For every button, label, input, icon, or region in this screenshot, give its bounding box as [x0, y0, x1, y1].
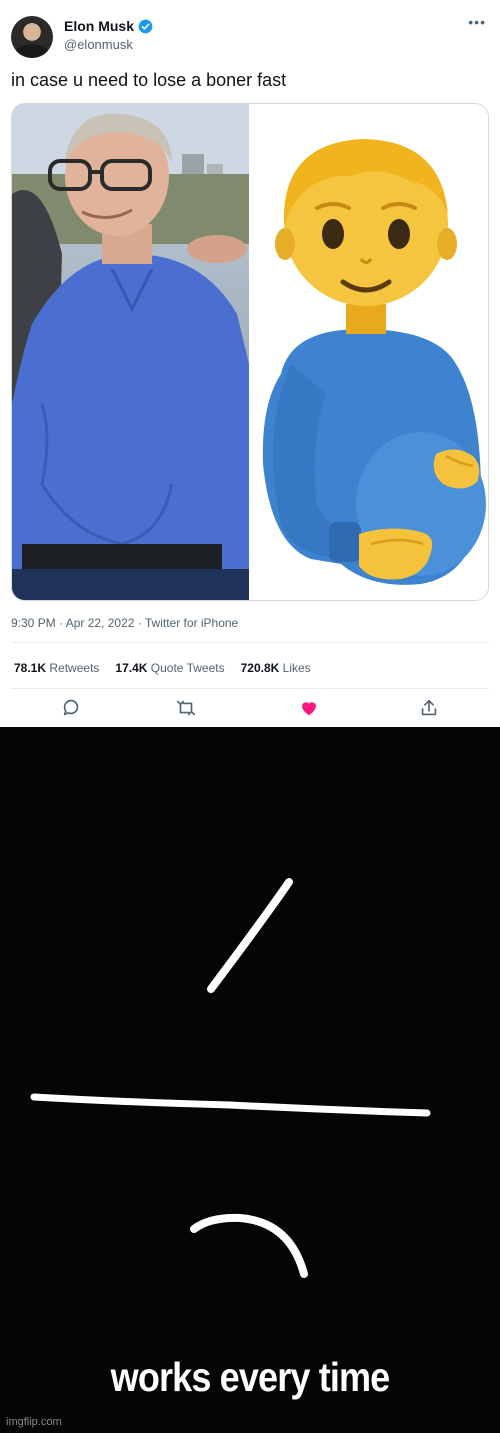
divider	[11, 642, 489, 643]
retweets-count: 78.1K	[14, 661, 47, 675]
tweet-timestamp[interactable]: 9:30 PM · Apr 22, 2022 · Twitter for iPh…	[11, 616, 238, 630]
likes-stat[interactable]: 720.8K Likes	[241, 661, 311, 675]
watermark: imgflip.com	[6, 1416, 62, 1428]
more-icon[interactable]: •••	[468, 14, 486, 30]
flaccid-drawing	[30, 878, 431, 1278]
photo-man-blue-shirt[interactable]	[12, 104, 249, 600]
erect-stroke	[207, 878, 293, 993]
author-handle[interactable]: @elonmusk	[64, 37, 133, 52]
tweet-card: Elon Musk @elonmusk ••• in case u need t…	[0, 0, 500, 727]
tweet-text: in case u need to lose a boner fast	[11, 70, 287, 90]
likes-count: 720.8K	[240, 661, 280, 675]
pregnant-man-emoji-illustration	[262, 139, 486, 585]
tweet-media[interactable]	[11, 103, 489, 601]
meme-panel: works every time imgflip.com	[0, 727, 500, 1433]
tweet-stats: 78.1K Retweets 17.4K Quote Tweets 720.8K…	[14, 661, 311, 675]
reply-icon[interactable]	[60, 697, 82, 719]
quote-tweets-count: 17.4K	[115, 661, 148, 675]
avatar-shoulders	[15, 44, 49, 58]
share-icon[interactable]	[418, 697, 440, 719]
retweets-label: Retweets	[49, 661, 100, 675]
retweets-stat[interactable]: 78.1K Retweets	[14, 661, 99, 675]
drooping-stroke	[190, 1213, 308, 1278]
meme-caption: works every time	[110, 1354, 391, 1400]
verified-icon	[138, 19, 153, 33]
quote-tweets-stat[interactable]: 17.4K Quote Tweets	[115, 661, 224, 675]
tweet-actions	[0, 697, 500, 723]
photo-pregnant-man-emoji[interactable]	[251, 104, 488, 600]
photo-man-illustration	[12, 104, 249, 600]
author-avatar[interactable]	[11, 16, 53, 58]
divider	[11, 688, 489, 689]
author-name-row[interactable]: Elon Musk	[64, 18, 153, 34]
horizontal-stroke	[30, 1093, 431, 1117]
like-icon[interactable]	[298, 697, 320, 719]
quote-tweets-label: Quote Tweets	[150, 661, 225, 675]
retweet-icon[interactable]	[175, 697, 197, 719]
likes-label: Likes	[282, 661, 311, 675]
author-name[interactable]: Elon Musk	[64, 18, 134, 34]
